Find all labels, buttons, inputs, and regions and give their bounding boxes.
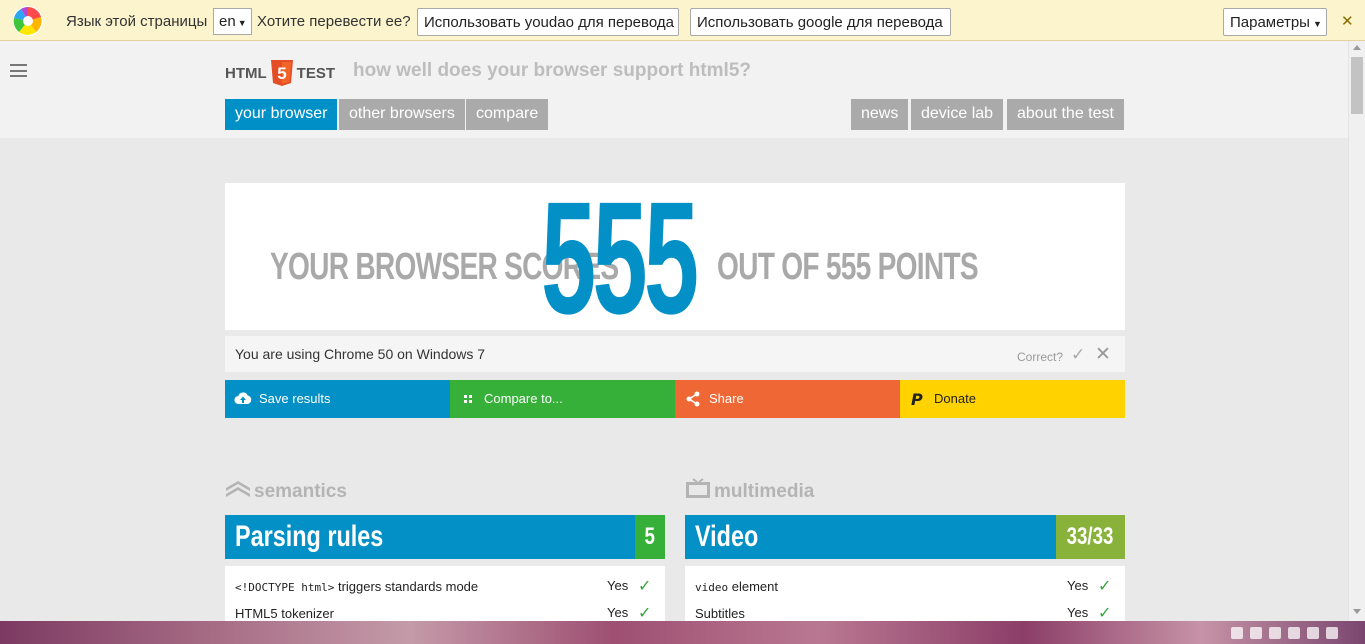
options-button[interactable]: Параметры ▼: [1223, 8, 1327, 36]
row-label: <!DOCTYPE html> triggers standards mode: [235, 579, 478, 594]
html5-shield-icon: 5: [270, 60, 293, 86]
reject-close-icon[interactable]: ✕: [1095, 343, 1111, 366]
donate-button[interactable]: P Donate: [900, 380, 1125, 418]
tray-network-icon[interactable]: [1231, 626, 1243, 639]
confirm-check-icon[interactable]: ✓: [1071, 345, 1085, 365]
row-text: triggers standards mode: [334, 579, 479, 594]
scroll-up-arrow-icon[interactable]: [1353, 45, 1361, 50]
row-text: element: [728, 579, 778, 594]
close-translate-bar-icon[interactable]: ✕: [1341, 12, 1354, 30]
tray-search-icon[interactable]: [1326, 626, 1338, 639]
site-logo[interactable]: HTML 5 TEST: [225, 60, 335, 86]
save-results-button[interactable]: Save results: [225, 380, 450, 418]
brand-test: TEST: [296, 64, 335, 82]
category-score-badge: 33/33: [1056, 515, 1125, 559]
category-parsing-rules[interactable]: Parsing rules 5: [225, 515, 665, 559]
vertical-scrollbar[interactable]: [1348, 41, 1365, 621]
table-row: Subtitles Yes ✓: [685, 597, 1125, 624]
chevron-down-icon: ▼: [1312, 19, 1322, 29]
section-multimedia-title: multimedia: [714, 481, 815, 502]
check-icon: ✓: [638, 578, 652, 595]
table-row: HTML5 tokenizer Yes ✓: [225, 597, 665, 624]
chevron-down-icon: ▼: [237, 18, 247, 28]
correct-question-label: Correct?: [1017, 350, 1064, 364]
row-code: video: [695, 581, 729, 594]
cloud-upload-icon: [234, 392, 252, 405]
tagline: how well does your browser support html5…: [353, 60, 751, 81]
category-name: Video: [695, 520, 759, 553]
monitor-icon: [686, 478, 710, 498]
page-language-label: Язык этой страницы: [66, 13, 208, 30]
brand-badge: 5: [277, 64, 286, 83]
tray-app-icon[interactable]: [1250, 626, 1262, 639]
video-feature-list: video element Yes ✓ Subtitles Yes ✓: [685, 566, 1125, 624]
parsing-rules-list: <!DOCTYPE html> triggers standards mode …: [225, 566, 665, 624]
google-translate-button[interactable]: Использовать google для перевода: [690, 8, 951, 36]
tray-flag-icon[interactable]: [1307, 626, 1319, 639]
youdao-translate-button[interactable]: Использовать youdao для перевода: [417, 8, 679, 36]
section-multimedia-heading: multimedia: [685, 478, 814, 503]
category-score: 5: [644, 523, 656, 550]
browser-info-bar: You are using Chrome 50 on Windows 7 Cor…: [225, 336, 1125, 372]
score-value: 555: [541, 183, 699, 330]
table-row: <!DOCTYPE html> triggers standards mode …: [225, 570, 665, 597]
category-score-badge: 5: [635, 515, 665, 559]
hamburger-menu-icon[interactable]: [10, 64, 27, 77]
svg-text:P: P: [911, 390, 923, 408]
translate-bar: Язык этой страницы en ▼ Хотите перевести …: [0, 0, 1365, 41]
check-icon: ✓: [1098, 578, 1112, 595]
row-label: video element: [695, 579, 778, 594]
category-name: Parsing rules: [235, 520, 384, 553]
browser-logo-icon: [13, 6, 43, 36]
options-label: Параметры: [1230, 14, 1310, 31]
section-semantics-title: semantics: [254, 481, 347, 502]
compare-to-button[interactable]: Compare to...: [450, 380, 675, 418]
check-icon: ✓: [638, 605, 652, 622]
row-text: HTML5 tokenizer: [235, 606, 334, 621]
check-icon: ✓: [1098, 605, 1112, 622]
row-answer: Yes: [607, 578, 629, 593]
grid-icon: [464, 395, 472, 403]
category-score: 33/33: [1067, 523, 1114, 550]
os-taskbar: [0, 621, 1365, 644]
score-trail-text: OUT OF 555 POINTS: [717, 246, 979, 288]
tab-about-the-test[interactable]: about the test: [1007, 99, 1124, 130]
row-label: Subtitles: [695, 606, 745, 621]
tab-other-browsers[interactable]: other browsers: [339, 99, 465, 130]
tray-settings-icon[interactable]: [1269, 626, 1281, 639]
tab-news[interactable]: news: [851, 99, 909, 130]
tab-your-browser[interactable]: your browser: [225, 99, 338, 130]
section-semantics-heading: semantics: [225, 478, 347, 503]
save-results-label: Save results: [259, 391, 331, 406]
share-button[interactable]: Share: [675, 380, 900, 418]
system-tray: [1225, 623, 1365, 642]
category-video[interactable]: Video 33/33: [685, 515, 1125, 559]
row-label: HTML5 tokenizer: [235, 606, 334, 621]
row-text: Subtitles: [695, 606, 745, 621]
layers-chevron-icon: [226, 481, 250, 497]
row-answer: Yes: [1067, 605, 1089, 620]
paypal-icon: P: [911, 390, 923, 408]
scrollbar-thumb[interactable]: [1351, 57, 1363, 114]
share-label: Share: [709, 391, 744, 406]
compare-to-label: Compare to...: [484, 391, 563, 406]
row-answer: Yes: [1067, 578, 1089, 593]
language-select[interactable]: en ▼: [213, 8, 252, 35]
row-answer: Yes: [607, 605, 629, 620]
table-row: video element Yes ✓: [685, 570, 1125, 597]
tray-volume-icon[interactable]: [1288, 626, 1300, 639]
donate-label: Donate: [934, 391, 976, 406]
browser-info-message: You are using Chrome 50 on Windows 7: [235, 346, 486, 362]
site-header: HTML 5 TEST how well does your browser s…: [0, 41, 1348, 138]
translate-question: Хотите перевести ее?: [257, 13, 411, 30]
share-icon: [686, 391, 700, 407]
brand-html: HTML: [225, 64, 267, 82]
score-card: YOUR BROWSER SCORES 555 OUT OF 555 POINT…: [225, 183, 1125, 330]
row-code: <!DOCTYPE html>: [235, 581, 335, 594]
tab-compare[interactable]: compare: [466, 99, 549, 130]
scroll-down-arrow-icon[interactable]: [1353, 609, 1361, 614]
language-value: en: [219, 13, 236, 30]
tab-device-lab[interactable]: device lab: [911, 99, 1004, 130]
